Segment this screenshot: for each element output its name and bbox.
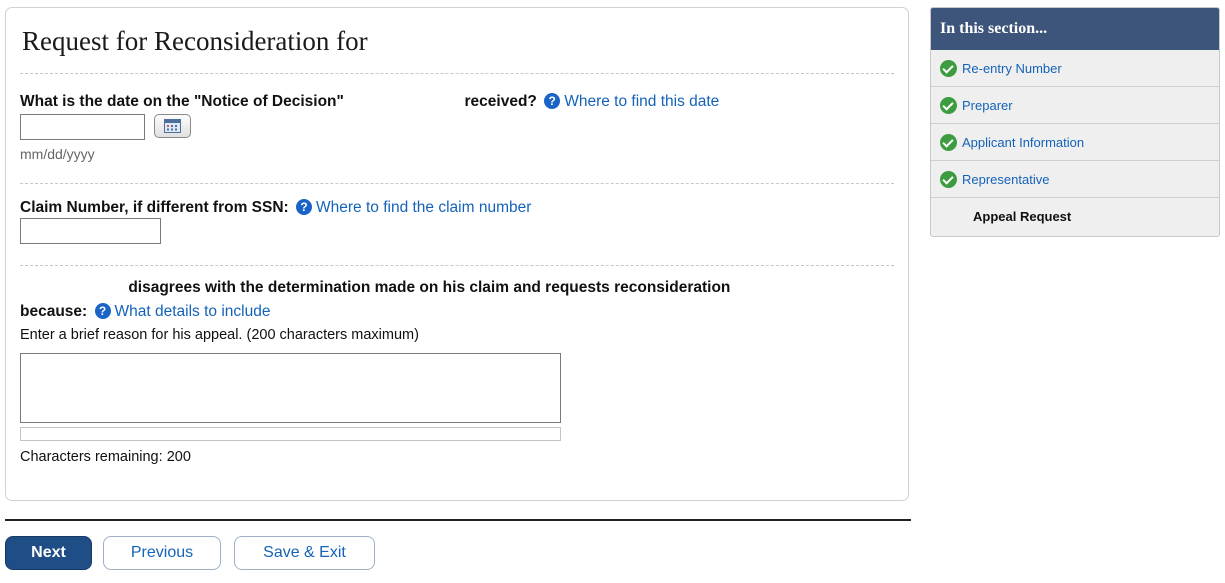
claim-number-label: Claim Number, if different from SSN: ? Wh…	[20, 199, 532, 216]
redacted-name	[374, 31, 533, 56]
redacted-name	[20, 280, 124, 295]
what-details-link[interactable]: What details to include	[115, 303, 271, 320]
redacted-text	[348, 94, 461, 109]
footer-divider	[5, 519, 911, 521]
notice-date-label: What is the date on the "Notice of Decis…	[20, 93, 720, 110]
reason-instruction: Enter a brief reason for his appeal. (20…	[20, 327, 419, 343]
calendar-icon	[164, 119, 181, 133]
reason-textarea[interactable]	[20, 353, 561, 423]
help-icon[interactable]: ?	[296, 199, 313, 215]
section-sidebar: In this section... Re-entry Number Prepa…	[930, 7, 1220, 237]
checkmark-icon	[940, 170, 957, 188]
sidebar-item-representative[interactable]: Representative	[931, 161, 1219, 198]
find-date-link[interactable]: Where to find this date	[564, 93, 719, 110]
page-title: Request for Reconsideration for	[22, 26, 533, 57]
help-icon[interactable]: ?	[94, 303, 111, 319]
sidebar-item-label[interactable]: Preparer	[962, 98, 1013, 113]
sidebar-heading: In this section...	[931, 8, 1219, 50]
calendar-button[interactable]	[154, 114, 191, 138]
sidebar-item-label[interactable]: Applicant Information	[962, 135, 1084, 150]
sidebar-item-label: Appeal Request	[973, 209, 1072, 224]
divider	[20, 183, 894, 184]
reason-label-line2: because: ? What details to include	[20, 303, 271, 320]
sidebar-item-label[interactable]: Representative	[962, 172, 1049, 187]
previous-button[interactable]: Previous	[103, 536, 221, 570]
sidebar-item-reentry-number[interactable]: Re-entry Number	[931, 50, 1219, 87]
date-format-hint: mm/dd/yyyy	[20, 146, 95, 162]
checkmark-icon	[940, 96, 957, 114]
sidebar-item-label[interactable]: Re-entry Number	[962, 61, 1062, 76]
save-exit-button[interactable]: Save & Exit	[234, 536, 375, 570]
next-button[interactable]: Next	[5, 536, 92, 570]
sidebar-item-preparer[interactable]: Preparer	[931, 87, 1219, 124]
divider	[20, 73, 894, 74]
characters-remaining: Characters remaining: 200	[20, 449, 191, 465]
checkmark-icon	[940, 59, 957, 77]
sidebar-item-applicant-information[interactable]: Applicant Information	[931, 124, 1219, 161]
claim-number-input[interactable]	[20, 218, 161, 244]
find-claim-number-link[interactable]: Where to find the claim number	[316, 199, 531, 216]
reason-label-line1: disagrees with the determination made on…	[20, 279, 730, 297]
divider	[20, 265, 894, 266]
character-counter-bar	[20, 427, 561, 441]
form-panel: Request for Reconsideration for What is …	[5, 7, 909, 501]
sidebar-item-appeal-request: Appeal Request	[931, 198, 1219, 235]
checkmark-icon	[940, 133, 957, 151]
notice-date-input[interactable]	[20, 114, 145, 140]
help-icon[interactable]: ?	[544, 93, 561, 109]
